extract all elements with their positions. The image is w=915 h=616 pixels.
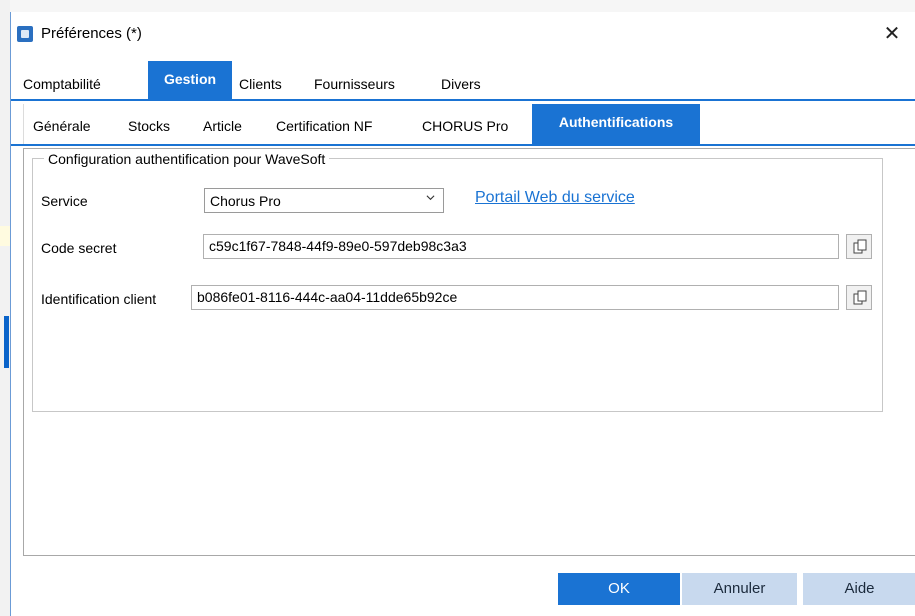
background-selection-bar	[4, 316, 9, 368]
client-id-field[interactable]: b086fe01-8116-444c-aa04-11dde65b92ce	[191, 285, 839, 310]
copy-secret-button[interactable]	[846, 234, 872, 259]
main-tab-underline	[11, 99, 915, 101]
copy-client-button[interactable]	[846, 285, 872, 310]
copy-icon	[853, 239, 867, 254]
window-title: Préférences (*)	[41, 25, 142, 42]
group-legend: Configuration authentification pour Wave…	[44, 151, 330, 167]
tab-divers[interactable]: Divers	[441, 76, 481, 92]
app-icon	[17, 26, 33, 42]
tab-article[interactable]: Article	[203, 118, 242, 134]
service-label: Service	[41, 193, 88, 209]
background-app-strip-top	[10, 0, 915, 12]
client-id-label: Identification client	[41, 291, 157, 307]
tab-gestion[interactable]: Gestion	[148, 61, 232, 99]
tab-clients[interactable]: Clients	[239, 76, 282, 92]
ok-button[interactable]: OK	[558, 573, 680, 605]
sub-tab-underline	[11, 144, 915, 146]
service-select-value: Chorus Pro	[210, 193, 281, 209]
background-highlight	[0, 226, 10, 246]
help-button[interactable]: Aide	[803, 573, 915, 605]
preferences-dialog: Préférences (*) ✕ Comptabilité Gestion C…	[10, 12, 915, 616]
chevron-down-icon	[426, 195, 435, 201]
service-select[interactable]: Chorus Pro	[204, 188, 444, 213]
tab-fournisseurs[interactable]: Fournisseurs	[314, 76, 395, 92]
copy-icon	[853, 290, 867, 305]
secret-code-label: Code secret	[41, 240, 117, 256]
close-button[interactable]: ✕	[877, 20, 907, 48]
cancel-button[interactable]: Annuler	[682, 573, 797, 605]
tab-stocks[interactable]: Stocks	[128, 118, 170, 134]
tab-authentifications[interactable]: Authentifications	[532, 104, 700, 144]
tab-comptabilite[interactable]: Comptabilité	[23, 76, 101, 92]
tab-certification-nf[interactable]: Certification NF	[276, 118, 372, 134]
sub-tab-left-border	[23, 104, 24, 144]
secret-code-field[interactable]: c59c1f67-7848-44f9-89e0-597deb98c3a3	[203, 234, 839, 259]
tab-generale[interactable]: Générale	[33, 118, 91, 134]
background-app-strip	[0, 0, 10, 616]
sub-tab-bar: Générale Stocks Article Certification NF…	[11, 104, 915, 146]
tab-chorus-pro[interactable]: CHORUS Pro	[422, 118, 508, 134]
portal-web-link[interactable]: Portail Web du service	[475, 189, 635, 207]
title-bar: Préférences (*) ✕	[11, 12, 915, 56]
main-tab-bar: Comptabilité Gestion Clients Fournisseur…	[11, 61, 915, 101]
